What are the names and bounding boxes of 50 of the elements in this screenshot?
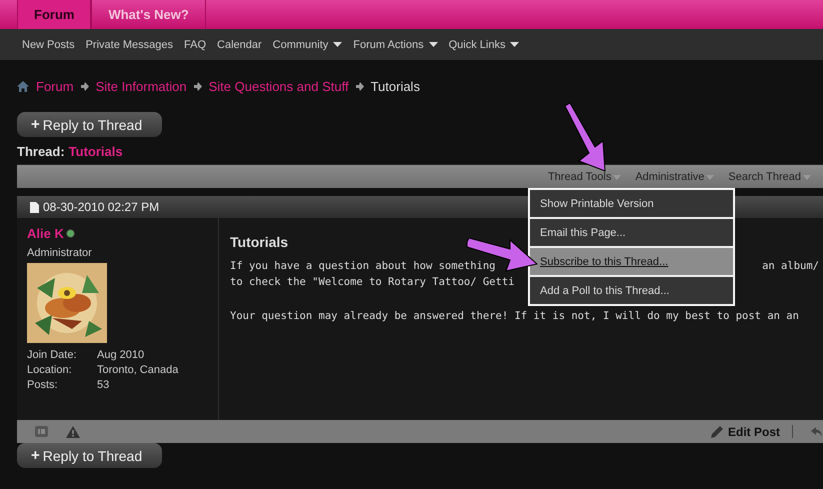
breadcrumb-link[interactable]: Site Questions and Stuff — [208, 78, 349, 94]
nav-tab[interactable]: Forum — [17, 0, 92, 29]
separator-icon — [194, 82, 202, 90]
breadcrumb-link[interactable]: Forum — [36, 78, 74, 94]
menu-item[interactable]: Email this Page... — [530, 219, 733, 246]
thread-label: Thread: — [17, 144, 65, 161]
detail-value: 53 — [97, 379, 110, 391]
detail-value: Aug 2010 — [97, 349, 146, 361]
breadcrumb-current: Tutorials — [370, 78, 420, 94]
menu-item[interactable]: Add a Poll to this Thread... — [530, 277, 733, 304]
nav-link[interactable]: Forum Actions — [353, 38, 438, 50]
caret-icon — [706, 175, 714, 180]
nav-link[interactable]: Community — [272, 38, 342, 50]
post-date: 08-30-2010 02:27 PM — [43, 200, 160, 214]
menu-item[interactable]: Show Printable Version — [530, 190, 733, 217]
detail-label: Join Date: — [27, 349, 78, 361]
nav-link[interactable]: Private Messages — [86, 38, 174, 50]
post-text: an album/ — [762, 260, 819, 274]
pencil-icon — [710, 424, 724, 438]
detail-label: Location: — [27, 364, 73, 376]
post-text: If you have a question about how something — [230, 260, 496, 274]
edit-post-button[interactable]: Edit Post — [710, 424, 780, 438]
breadcrumb-link[interactable]: Site Information — [96, 78, 187, 94]
post-text: Your question may already be answered there! If it is not, I will do my best to post an an — [230, 310, 799, 324]
nav-link[interactable]: FAQ — [184, 38, 206, 50]
reply-button[interactable]: + Reply to Thread — [17, 112, 162, 137]
detail-label: Posts: — [27, 379, 59, 391]
caret-icon — [803, 175, 811, 180]
ip-icon[interactable] — [35, 426, 48, 437]
user-rank: Administrator — [27, 247, 93, 259]
separator-icon — [356, 82, 364, 90]
nav-link[interactable]: New Posts — [22, 38, 75, 50]
separator-icon — [80, 82, 89, 90]
toolbar-menu[interactable]: Search Thread — [728, 170, 811, 182]
detail-value: Toronto, Canada — [97, 364, 180, 376]
toolbar-menu[interactable]: Thread Tools — [548, 170, 622, 182]
post-text: to check the "Welcome to Rotary Tattoo/ Getti — [230, 276, 514, 290]
warning-icon[interactable] — [66, 426, 80, 438]
reply-arrow-icon[interactable] — [811, 426, 823, 438]
username[interactable]: Alie K — [27, 226, 64, 241]
reply-button[interactable]: + Reply to Thread — [17, 443, 162, 468]
home-icon[interactable] — [17, 80, 29, 92]
menu-item[interactable]: Subscribe to this Thread... — [530, 248, 733, 275]
nav-link[interactable]: Calendar — [217, 38, 262, 50]
thread-title[interactable]: Tutorials — [68, 144, 123, 164]
toolbar-menu[interactable]: Administrative — [635, 170, 714, 182]
caret-icon — [613, 175, 622, 180]
nav-link[interactable]: Quick Links — [448, 38, 520, 50]
document-icon — [30, 202, 39, 212]
post-title: Tutorials — [230, 234, 288, 250]
